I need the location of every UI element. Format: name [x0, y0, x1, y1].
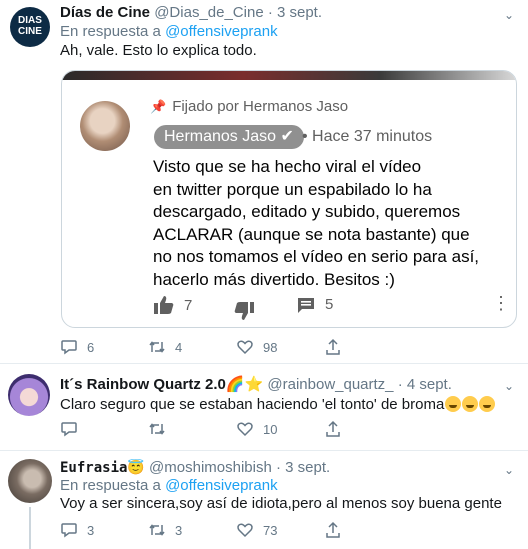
display-name[interactable]: Días de Cine [60, 4, 150, 21]
retweet-icon [149, 524, 165, 536]
retweet-button[interactable]: 3 [148, 521, 182, 539]
tweet-date[interactable]: · 3 sept. [268, 4, 322, 21]
comment-line: ACLARAR (aunque se nota bastante) que [153, 224, 470, 244]
laughing-emoji-icon [445, 396, 462, 412]
avatar[interactable]: DIAS CINE [10, 7, 50, 47]
tweet-2[interactable]: It´s Rainbow Quartz 2.0🌈⭐ @rainbow_quart… [0, 364, 528, 450]
like-count: 73 [263, 522, 278, 538]
laughing-emoji-icon [462, 396, 479, 412]
retweet-button[interactable] [148, 420, 175, 438]
retweet-count: 3 [175, 522, 183, 538]
retweet-button[interactable]: 4 [148, 338, 182, 356]
laughing-emoji-icon [479, 396, 496, 412]
tweet-text: Ah, vale. Esto lo explica todo. [60, 42, 257, 59]
chevron-down-icon[interactable]: ⌄ [504, 379, 514, 393]
like-button[interactable]: 98 [236, 338, 277, 356]
reply-to-link[interactable]: @offensiveprank [165, 477, 278, 494]
reply-prefix: En respuesta a [60, 477, 161, 494]
channel-avatar [80, 101, 130, 151]
user-handle[interactable]: @Dias_de_Cine [154, 4, 263, 21]
tweet-actions: 10 [60, 420, 360, 440]
comment-text: Visto que se ha hecho viral el vídeo en … [153, 156, 479, 291]
share-icon [326, 420, 340, 437]
reply-icon [61, 523, 77, 538]
tweet-text: Claro seguro que se estaban haciendo 'el… [60, 396, 496, 413]
yt-like: 7 [154, 296, 192, 314]
yt-comments: 5 [297, 296, 333, 313]
heart-icon [237, 422, 253, 437]
share-icon [326, 521, 340, 538]
reply-count: 3 [87, 522, 95, 538]
more-vertical-icon: ⋮ [492, 293, 510, 313]
avatar[interactable] [8, 374, 50, 416]
thread-line [29, 507, 31, 549]
yt-comment-count: 5 [325, 296, 334, 313]
display-name[interactable]: It´s Rainbow Quartz 2.0🌈⭐ [60, 376, 263, 393]
reply-to-link[interactable]: @offensiveprank [165, 23, 278, 40]
comment-time: • Hace 37 minutos [302, 128, 433, 145]
heart-icon [237, 523, 253, 538]
share-icon [326, 338, 340, 355]
like-button[interactable]: 10 [236, 420, 277, 438]
thumbs-up-icon [154, 296, 174, 314]
like-count: 10 [263, 421, 278, 437]
reply-icon [61, 340, 77, 355]
retweet-icon [149, 341, 165, 353]
tweet-actions: 6 4 98 [60, 338, 360, 358]
user-handle[interactable]: @rainbow_quartz_ [267, 376, 393, 393]
tweet-actions: 3 3 73 [60, 521, 360, 541]
comment-line: no nos tomamos el vídeo en serio para as… [153, 247, 480, 266]
reply-button[interactable]: 6 [60, 338, 94, 356]
reply-prefix: En respuesta a [60, 23, 161, 40]
retweet-icon [149, 423, 165, 435]
yt-like-count: 7 [184, 296, 193, 314]
avatar[interactable] [8, 459, 52, 503]
reply-icon [61, 422, 77, 437]
retweet-count: 4 [175, 339, 183, 355]
tweet-date[interactable]: · 3 sept. [276, 459, 330, 476]
share-button[interactable] [324, 521, 342, 539]
reply-count: 6 [87, 339, 95, 355]
like-count: 98 [263, 339, 278, 355]
media-image[interactable]: 📌 Fijado por Hermanos Jaso Hermanos Jaso … [61, 70, 517, 328]
display-name[interactable]: Eufrasia😇 [60, 460, 145, 476]
avatar-text: DIAS CINE [18, 15, 42, 37]
comment-line: descargado, editado y subido, queremos [153, 202, 461, 221]
reply-button[interactable]: 3 [60, 521, 94, 539]
share-button[interactable] [324, 420, 342, 438]
user-handle[interactable]: @moshimoshibish [149, 459, 272, 476]
reply-button[interactable] [60, 420, 87, 438]
pin-icon: 📌 [150, 99, 167, 114]
chevron-down-icon[interactable]: ⌄ [504, 463, 514, 477]
chevron-down-icon[interactable]: ⌄ [504, 8, 514, 22]
tweet-date[interactable]: · 4 sept. [398, 376, 452, 393]
comment-line: en twitter porque un espabilado lo ha [153, 179, 432, 199]
media-strip [62, 71, 516, 80]
heart-icon [237, 340, 253, 355]
thumbs-down-icon [234, 302, 254, 320]
tweet-3[interactable]: Eufrasia😇 @moshimoshibish · 3 sept. ⌄ En… [0, 451, 528, 549]
tweet-text: Voy a ser sincera,soy así de idiota,pero… [60, 495, 502, 512]
pinned-label: 📌 Fijado por Hermanos Jaso [150, 98, 349, 115]
comment-line: hacerlo más divertido. Besitos :) [153, 269, 395, 289]
yt-dislike [234, 302, 254, 320]
tweet-1[interactable]: DIAS CINE Días de Cine @Dias_de_Cine · 3… [0, 0, 528, 363]
channel-chip: Hermanos Jaso ✔ [154, 125, 304, 149]
like-button[interactable]: 73 [236, 521, 277, 539]
comment-icon [298, 297, 314, 313]
share-button[interactable] [324, 338, 342, 356]
comment-line: Visto que se ha hecho viral el vídeo [153, 157, 422, 176]
